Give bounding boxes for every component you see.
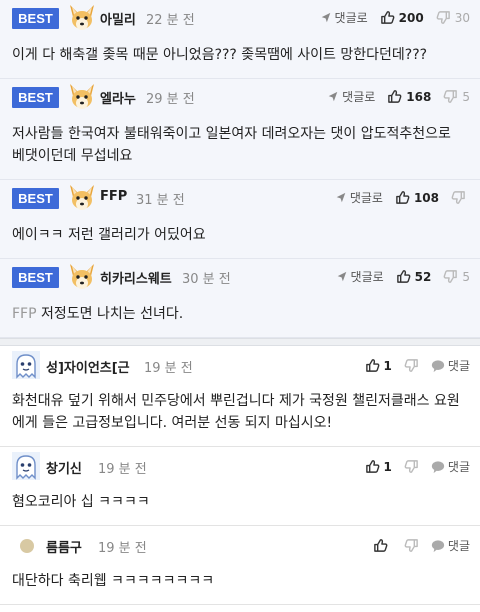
- reply-arrow-icon: [320, 12, 332, 24]
- thumbs-up-icon[interactable]: [365, 459, 380, 474]
- reply-button[interactable]: 댓글: [448, 537, 470, 554]
- reply-button[interactable]: 댓글로: [351, 268, 384, 285]
- reply-bubble-icon: [431, 460, 445, 474]
- comment-author[interactable]: 아밀리: [100, 9, 136, 28]
- comment-time: 19 분 전: [144, 361, 193, 376]
- upvote-count: 1: [383, 459, 392, 474]
- comment-time: 19 분 전: [98, 462, 147, 477]
- reply-bubble-icon: [431, 359, 445, 373]
- downvote-count: 5: [462, 89, 470, 104]
- comment-text: 대단하다 축리웹 ㅋㅋㅋㅋㅋㅋㅋㅋ: [12, 573, 215, 589]
- thumbs-up-icon[interactable]: [373, 538, 388, 553]
- thumbs-up-icon[interactable]: [396, 269, 411, 284]
- comment-author[interactable]: 엘라누: [100, 88, 136, 107]
- comment-text: 혐오코리아 십 ㅋㅋㅋㅋ: [12, 494, 150, 510]
- reply-button[interactable]: 댓글로: [342, 88, 375, 105]
- comment-time: 22 분 전: [146, 13, 195, 28]
- comment-time: 19 분 전: [98, 541, 147, 556]
- upvote-count: 168: [406, 89, 432, 104]
- best-comment: BEST 엘라누 29 분 전 댓글로 168 5 저사람들 한국여자 불태워죽…: [0, 79, 480, 180]
- comment-text: FFP 저정도면 나치는 선녀다.: [0, 295, 480, 337]
- comment: 창기신 19 분 전 1 댓글 혐오코리아 십 ㅋㅋㅋㅋ: [0, 447, 480, 526]
- default-avatar-icon: [20, 539, 34, 553]
- fox-avatar-icon: [67, 3, 97, 33]
- comment-list: BEST 아밀리 22 분 전 댓글로 200 30 이게 다 해축갤 좆목 때…: [0, 0, 480, 612]
- best-comment: BEST 아밀리 22 분 전 댓글로 200 30 이게 다 해축갤 좆목 때…: [0, 0, 480, 79]
- thumbs-down-icon[interactable]: [443, 269, 458, 284]
- best-comment: BEST FFP 31 분 전 댓글로 108 에이ㅋㅋ 저런 갤러리가 어딨어…: [0, 180, 480, 259]
- reply-button[interactable]: 댓글: [448, 357, 470, 374]
- fox-avatar-icon: [67, 183, 97, 213]
- reply-button[interactable]: 댓글로: [350, 189, 383, 206]
- reply-arrow-icon: [336, 271, 348, 283]
- reply-bubble-icon: [431, 539, 445, 553]
- upvote-count: 1: [383, 358, 392, 373]
- comment-time: 31 분 전: [136, 193, 185, 208]
- thumbs-up-icon[interactable]: [395, 190, 410, 205]
- comment-author[interactable]: 창기신: [46, 458, 82, 477]
- comment-time: 30 분 전: [182, 272, 231, 287]
- comment-text: 이게 다 해축갤 좆목 때문 아니었음??? 좆목땜에 사이트 망한다던데???: [12, 47, 428, 63]
- best-badge: BEST: [12, 267, 59, 288]
- thumbs-down-icon[interactable]: [404, 538, 419, 553]
- comment-author[interactable]: 성]자이언츠[근: [46, 357, 130, 376]
- comment-text: 저사람들 한국여자 불태워죽이고 일본여자 데려오자는 댓이 압도적추천으로 베…: [12, 126, 451, 164]
- thumbs-up-icon[interactable]: [380, 10, 395, 25]
- comment-author[interactable]: 히카리스웨트: [100, 268, 172, 287]
- comment-text: 화천대유 덮기 위해서 민주당에서 뿌린겁니다 제가 국정원 챌린저클래스 요원…: [12, 393, 460, 431]
- thumbs-up-icon[interactable]: [365, 358, 380, 373]
- upvote-count: 200: [398, 10, 424, 25]
- reply-button[interactable]: 댓글: [448, 458, 470, 475]
- comment-text: 에이ㅋㅋ 저런 갤러리가 어딨어요: [12, 227, 206, 243]
- downvote-count: 5: [462, 269, 470, 284]
- thumbs-down-icon[interactable]: [451, 190, 466, 205]
- reply-arrow-icon: [335, 192, 347, 204]
- thumbs-up-icon[interactable]: [387, 89, 402, 104]
- thumbs-down-icon[interactable]: [443, 89, 458, 104]
- comment: 름름구 19 분 전 댓글 대단하다 축리웹 ㅋㅋㅋㅋㅋㅋㅋㅋ: [0, 526, 480, 605]
- best-badge: BEST: [12, 87, 59, 108]
- best-badge: BEST: [12, 8, 59, 29]
- comment-time: 29 분 전: [146, 92, 195, 107]
- upvote-count: 108: [413, 190, 439, 205]
- ghost-avatar-icon: [12, 452, 40, 480]
- fox-avatar-icon: [67, 82, 97, 112]
- best-comment: BEST 히카리스웨트 30 분 전 댓글로 52 5 FFP 저정도면 나치는…: [0, 259, 480, 338]
- best-badge: BEST: [12, 188, 59, 209]
- mention[interactable]: FFP: [12, 306, 37, 322]
- thumbs-down-icon[interactable]: [404, 459, 419, 474]
- ghost-avatar-icon: [12, 351, 40, 379]
- reply-button[interactable]: 댓글로: [335, 9, 368, 26]
- thumbs-down-icon[interactable]: [404, 358, 419, 373]
- comment-author[interactable]: 름름구: [46, 537, 82, 556]
- section-divider: [0, 338, 480, 346]
- fox-avatar-icon: [67, 262, 97, 292]
- reply-arrow-icon: [327, 91, 339, 103]
- upvote-count: 52: [414, 269, 432, 284]
- comment-author[interactable]: FFP: [100, 189, 127, 204]
- downvote-count: 30: [454, 10, 470, 25]
- comment-body: 저정도면 나치는 선녀다.: [41, 306, 184, 322]
- comment: 성]자이언츠[근 19 분 전 1 댓글 화천대유 덮기 위해서 민주당에서 뿌…: [0, 346, 480, 447]
- thumbs-down-icon[interactable]: [436, 10, 451, 25]
